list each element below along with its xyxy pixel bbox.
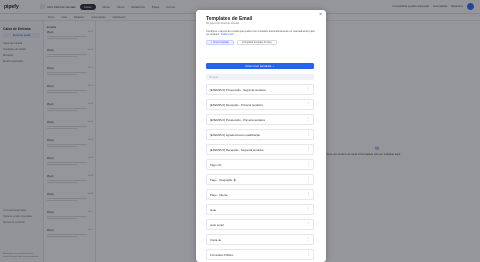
template-name: Pago 1% — [210, 162, 222, 167]
template-source-tabs: + Novo template ⧉ Duplicar template do p… — [206, 40, 277, 45]
tab-duplicate-template[interactable]: ⧉ Duplicar template do pipe — [236, 40, 277, 45]
modal-subtitle: Do pipe ACC Fluid de Vendas — [206, 22, 240, 25]
template-item[interactable]: Pago - Cliente ⋮ — [206, 189, 314, 200]
template-item[interactable]: teste ⋮ — [206, 204, 314, 215]
plus-icon: + — [211, 41, 213, 44]
more-options-icon[interactable]: ⋮ — [307, 192, 311, 196]
template-item[interactable]: [EXEMPLO] Prospecção - Segunda tentativa… — [206, 84, 314, 95]
template-item[interactable]: Pago - Integração 🎉 ⋮ — [206, 174, 314, 185]
more-options-icon[interactable]: ⋮ — [307, 117, 311, 121]
template-item[interactable]: Cópia de ⋮ — [206, 234, 314, 245]
copy-icon: ⧉ — [241, 41, 244, 44]
search-input[interactable]: Procurar — [206, 74, 314, 80]
search-placeholder: Procurar — [209, 75, 219, 79]
create-template-button[interactable]: Criar novo template ⌄ — [206, 63, 314, 69]
template-name: [EXEMPLO] Prospecção - Segunda tentativa — [210, 87, 266, 92]
more-options-icon[interactable]: ⋮ — [307, 252, 311, 256]
more-options-icon[interactable]: ⋮ — [307, 207, 311, 211]
close-icon[interactable]: × — [319, 12, 322, 18]
tab-label: Duplicar template do pipe — [244, 41, 272, 44]
template-name: [EXEMPLO] Agradecimento qualificação — [210, 132, 261, 137]
template-name: teste email — [210, 222, 224, 227]
button-label: Criar novo template — [245, 64, 272, 68]
template-name: teste — [210, 207, 217, 212]
template-name: Formulário Público — [210, 252, 234, 257]
learn-more-link[interactable]: Saiba mais — [221, 33, 234, 36]
more-options-icon[interactable]: ⋮ — [307, 222, 311, 226]
template-item[interactable]: [EXEMPLO] Recepção - Segunda tentativa ⋮ — [206, 144, 314, 155]
template-item[interactable]: teste email ⋮ — [206, 219, 314, 230]
more-options-icon[interactable]: ⋮ — [307, 162, 311, 166]
tab-label: Novo template — [213, 41, 229, 44]
more-options-icon[interactable]: ⋮ — [307, 147, 311, 151]
modal-description: Configure o layout de emails que podem s… — [206, 30, 316, 37]
tab-new-template[interactable]: + Novo template — [206, 40, 234, 45]
email-templates-modal: × Templates de Email Do pipe ACC Fluid d… — [196, 10, 326, 262]
more-options-icon[interactable]: ⋮ — [307, 102, 311, 106]
template-name: Pago - Cliente — [210, 192, 228, 197]
template-item[interactable]: Formulário Público ⋮ — [206, 249, 314, 260]
template-item[interactable]: [EXEMPLO] Prospecção - Primeira tentativ… — [206, 114, 314, 125]
more-options-icon[interactable]: ⋮ — [307, 87, 311, 91]
template-name: [EXEMPLO] Prospecção - Primeira tentativ… — [210, 117, 265, 122]
template-name: Cópia de — [210, 237, 222, 242]
template-name: [EXEMPLO] Recepção - Segunda tentativa — [210, 147, 264, 152]
template-item[interactable]: [EXEMPLO] Agradecimento qualificação ⋮ — [206, 129, 314, 140]
chevron-down-icon: ⌄ — [271, 64, 275, 68]
template-name: [EXEMPLO] Recepção - Primeira tentativa — [210, 102, 263, 107]
template-item[interactable]: [EXEMPLO] Recepção - Primeira tentativa ⋮ — [206, 99, 314, 110]
template-item[interactable]: Pago 1% ⋮ — [206, 159, 314, 170]
more-options-icon[interactable]: ⋮ — [307, 237, 311, 241]
more-options-icon[interactable]: ⋮ — [307, 177, 311, 181]
template-name: Pago - Integração 🎉 — [210, 177, 237, 182]
more-options-icon[interactable]: ⋮ — [307, 132, 311, 136]
